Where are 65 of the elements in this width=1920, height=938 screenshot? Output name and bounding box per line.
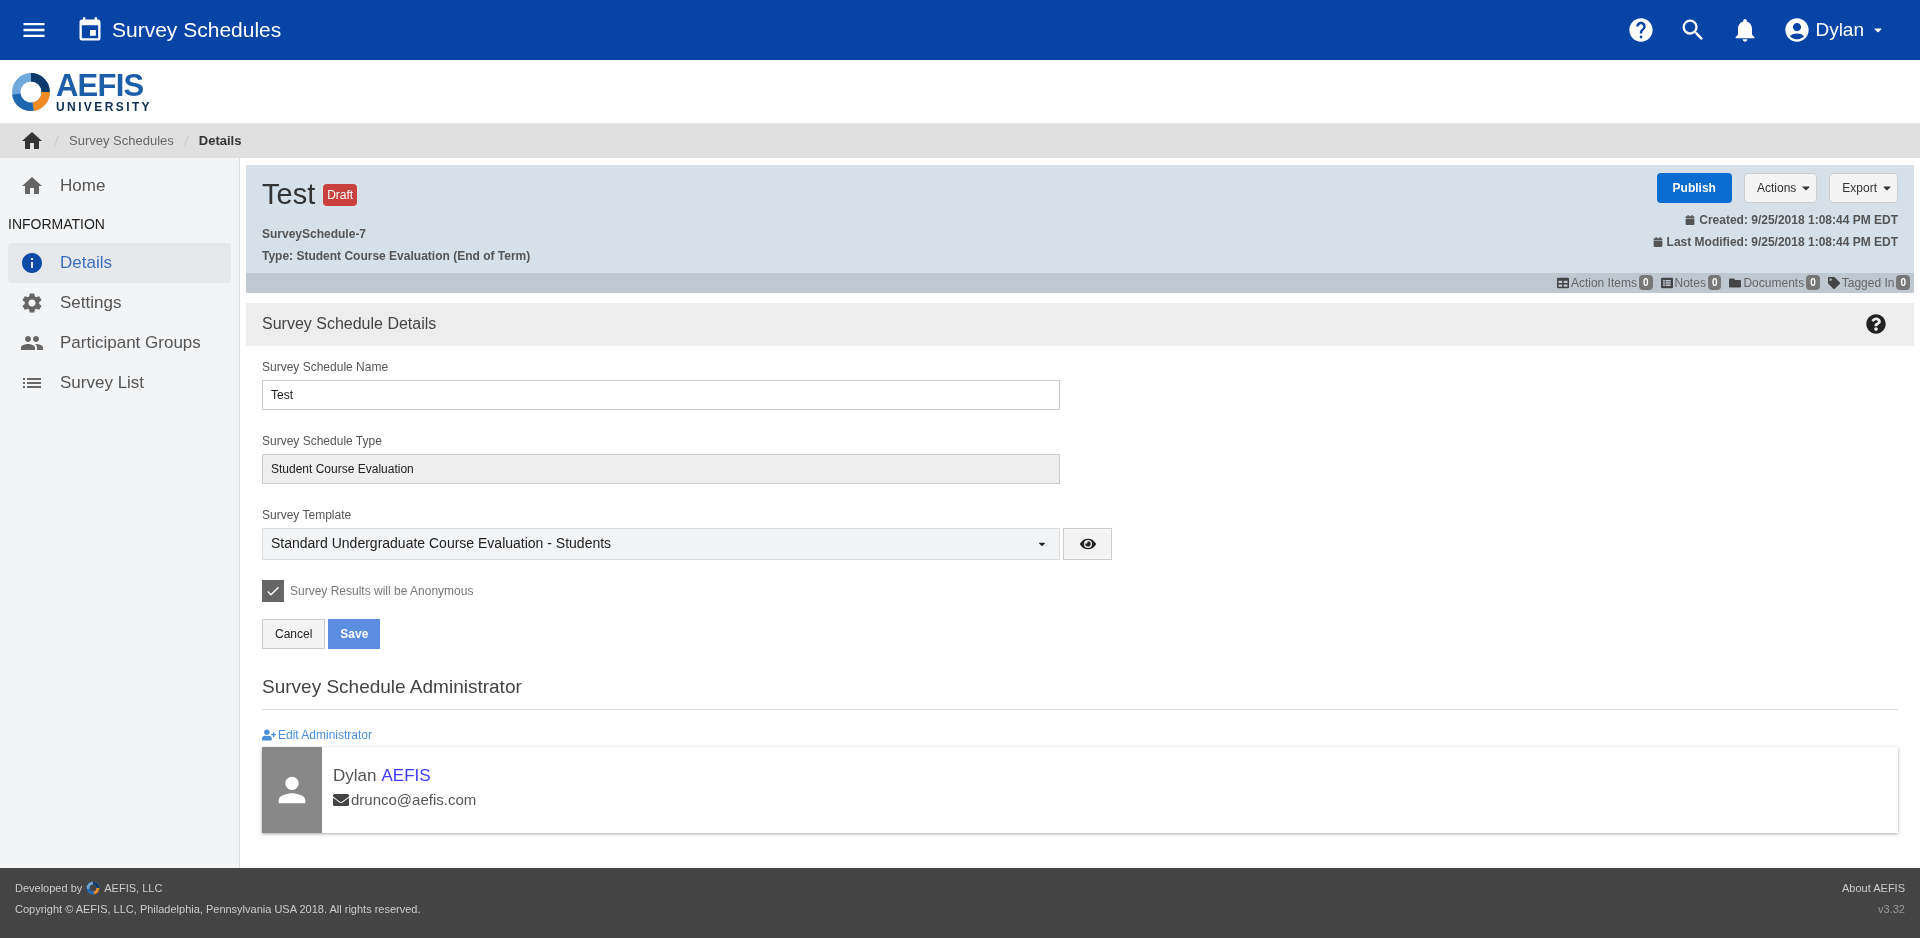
edit-administrator-link[interactable]: Edit Administrator [262,726,373,744]
admin-first-name: Dylan [333,765,377,787]
logo-subtitle: UNIVERSITY [56,101,152,113]
count-badge: 0 [1896,275,1910,290]
export-button[interactable]: Export [1829,173,1898,203]
table-icon [1556,276,1569,289]
cancel-button[interactable]: Cancel [262,618,326,649]
app-title: Survey Schedules [112,17,282,44]
footer-company: AEFIS, LLC [104,881,163,896]
section-title: Survey Schedule Details [262,314,437,334]
footer-text: Developed by [15,881,83,896]
account-icon [1783,16,1812,44]
template-select[interactable]: Standard Undergraduate Course Evaluation - Students [262,527,1060,560]
settings-icon [20,291,44,315]
logo-icon [10,70,52,113]
counter-link[interactable]: Documents 0 [1729,273,1820,292]
admin-last-name: AEFIS [381,765,431,787]
counter-link[interactable]: Action Items 0 [1556,273,1653,292]
folder-icon [1729,276,1742,289]
count-badge: 0 [1638,275,1653,290]
publish-button[interactable]: Publish [1656,173,1732,203]
sidebar-item[interactable]: Survey List [8,363,231,403]
admin-email: drunco@aefis.com [333,788,477,811]
count-badge: 0 [1806,275,1820,290]
sidebar-section-heading: INFORMATION [8,215,106,234]
created-date: Created: 9/25/2018 1:08:44 PM EDT [1685,211,1898,229]
record-id: SurveySchedule-7 [262,225,368,243]
breadcrumb-link[interactable]: Survey Schedules [69,130,174,151]
copyright-text: Copyright © AEFIS, LLC, Philadelphia, Pennsylvania USA 2018. All rights reserved. [15,901,421,917]
record-type: Type: Student Course Evaluation (End of Term) [262,247,531,265]
type-field: Student Course Evaluation [262,453,1060,484]
calendar-icon [1685,215,1696,225]
version-text: v3.32 [1878,901,1905,917]
field-label: Survey Schedule Name [262,358,390,376]
status-badge: Draft [323,183,358,206]
actions-button[interactable]: Actions [1743,173,1818,203]
info-icon [20,251,44,275]
record-title: Test [262,177,316,212]
add-user-icon [262,729,276,741]
counter-link[interactable]: Notes 0 [1660,273,1722,292]
sidebar-item[interactable]: Participant Groups [8,323,231,363]
modified-date: Last Modified: 9/25/2018 1:08:44 PM EDT [1652,233,1898,251]
sidebar-item[interactable]: Home [8,166,231,206]
about-link[interactable]: About AEFIS [1842,880,1905,897]
help-icon[interactable] [1627,16,1656,44]
breadcrumb-current: Details [198,131,242,150]
company-logo-icon [86,881,101,896]
checkbox[interactable] [262,579,284,602]
field-label: Survey Template [262,506,353,524]
admin-heading: Survey Schedule Administrator [262,672,1898,710]
count-badge: 0 [1707,275,1722,290]
name-field[interactable]: Test [262,379,1060,410]
note-icon [1660,276,1673,289]
user-menu[interactable]: Dylan [1783,15,1884,45]
logo-wordmark: AEFIS [56,70,144,101]
field-label: Survey Schedule Type [262,432,383,450]
preview-button[interactable] [1063,527,1112,560]
sidebar-item[interactable]: Details [8,243,231,283]
calendar-icon [1652,237,1663,247]
tag-icon [1827,276,1840,289]
checkbox-label: Survey Results will be Anonymous [290,582,474,600]
help-icon[interactable] [1866,314,1886,334]
sidebar-item[interactable]: Settings [8,283,231,323]
envelope-icon [333,791,349,808]
counter-link[interactable]: Tagged In 0 [1827,273,1910,292]
